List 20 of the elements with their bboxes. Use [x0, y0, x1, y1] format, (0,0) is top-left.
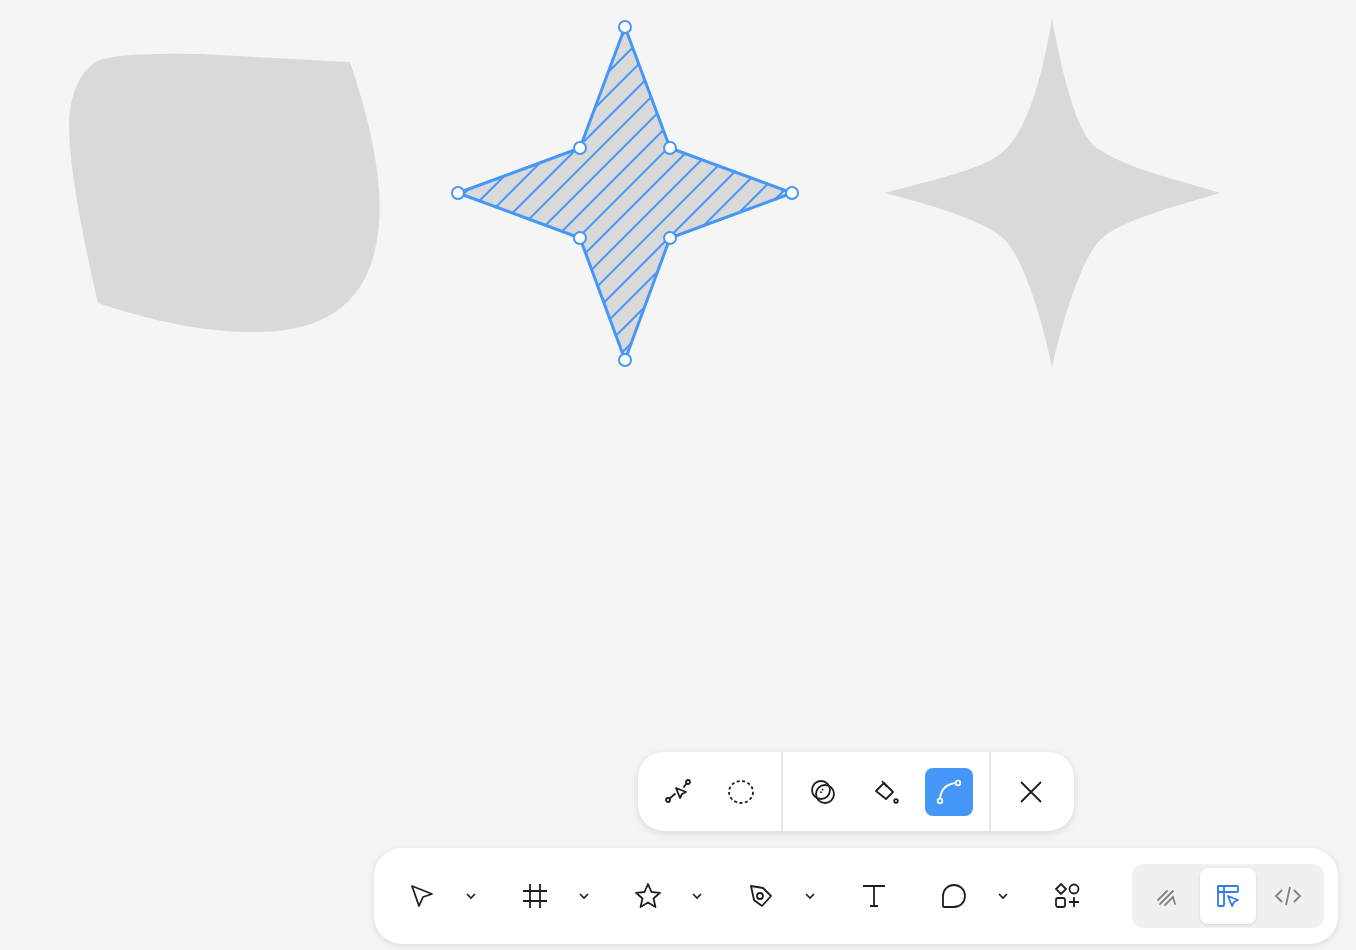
chevron-down-icon[interactable] [691, 892, 703, 900]
pen-nib-icon [747, 882, 775, 910]
bend-point-icon [664, 777, 692, 806]
curve-icon [935, 777, 963, 806]
overlapping-circles-icon [809, 777, 837, 806]
chevron-down-icon[interactable] [997, 892, 1009, 900]
pointer-icon [408, 882, 436, 910]
curve-button[interactable] [925, 767, 973, 816]
chevron-down-icon[interactable] [804, 892, 816, 900]
chevron-down-icon[interactable] [578, 892, 590, 900]
frame-grid-icon [521, 882, 549, 910]
chevron-down-icon[interactable] [465, 892, 477, 900]
shapes-plus-icon [1053, 882, 1081, 910]
star-icon [634, 882, 662, 910]
ruler-pointer-icon [1214, 882, 1242, 910]
dashed-circle-icon [727, 777, 755, 806]
speech-bubble-icon [940, 882, 968, 910]
selected-four-point-star[interactable] [451, 20, 799, 367]
ruler-pointer-mode-button[interactable] [1200, 868, 1256, 924]
text-icon [860, 882, 888, 910]
